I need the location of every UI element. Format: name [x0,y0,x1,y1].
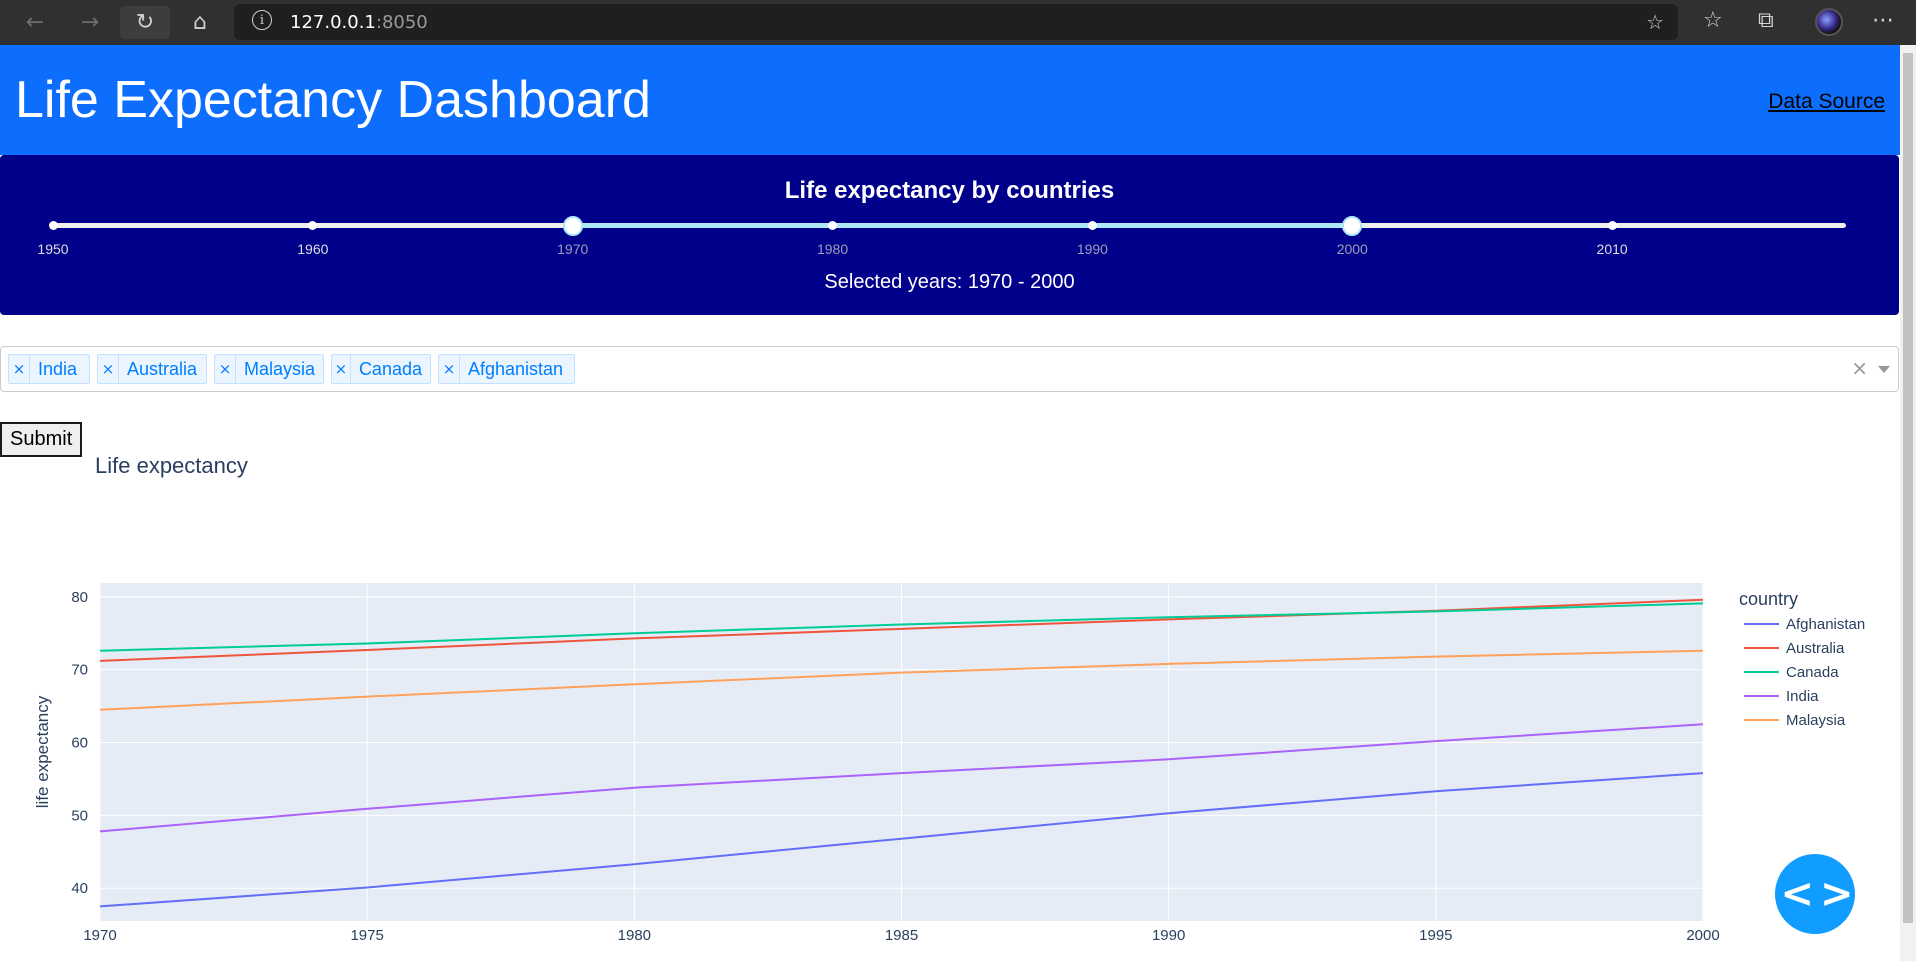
x-tick-label: 2000 [1686,927,1719,944]
chart-title: Life expectancy [95,453,248,478]
more-icon[interactable]: ⋯ [1872,8,1894,33]
dev-tools-button[interactable]: < > [1775,854,1855,934]
back-icon[interactable]: ← [10,6,60,39]
favorites-icon[interactable]: ☆ [1703,8,1723,33]
legend-item-australia: Australia [1786,640,1845,657]
x-tick-label: 1980 [618,927,651,944]
scroll-thumb[interactable] [1903,53,1913,923]
y-tick-label: 70 [71,662,88,679]
y-tick-label: 60 [71,735,88,752]
browser-toolbar: ← → ↻ ⌂ i 127.0.0.1:8050 ☆ ☆ ⧉ ⋯ [0,0,1916,45]
y-axis-title: life expectancy [33,695,52,808]
add-favorite-icon[interactable]: ☆ [1646,10,1664,34]
x-tick-label: 1970 [83,927,116,944]
legend-item-india: India [1786,688,1819,705]
url-text[interactable]: 127.0.0.1:8050 [290,12,428,33]
scrollbar[interactable] [1900,45,1916,961]
x-tick-label: 1975 [350,927,383,944]
legend-item-canada: Canada [1786,664,1839,681]
reload-icon[interactable]: ↻ [120,6,170,39]
legend-title: country [1739,589,1798,609]
y-tick-label: 80 [71,589,88,606]
x-tick-label: 1990 [1152,927,1185,944]
legend-item-malaysia: Malaysia [1786,712,1846,729]
info-icon[interactable]: i [252,10,272,30]
code-icon: < > [1780,871,1854,917]
x-tick-label: 1985 [885,927,918,944]
collections-icon[interactable]: ⧉ [1758,8,1774,33]
x-tick-label: 1995 [1419,927,1452,944]
life-expectancy-chart: 1970 1975 1980 1985 1990 1995 2000 40 50 60 70 80 li… [33,583,1865,944]
y-tick-label: 40 [71,880,88,897]
y-tick-label: 50 [71,807,88,824]
legend-item-afghanistan: Afghanistan [1786,616,1865,633]
profile-avatar[interactable] [1815,8,1843,36]
forward-icon[interactable]: → [65,6,115,39]
home-icon[interactable]: ⌂ [175,6,225,39]
address-bar[interactable]: i 127.0.0.1:8050 ☆ [234,4,1678,40]
